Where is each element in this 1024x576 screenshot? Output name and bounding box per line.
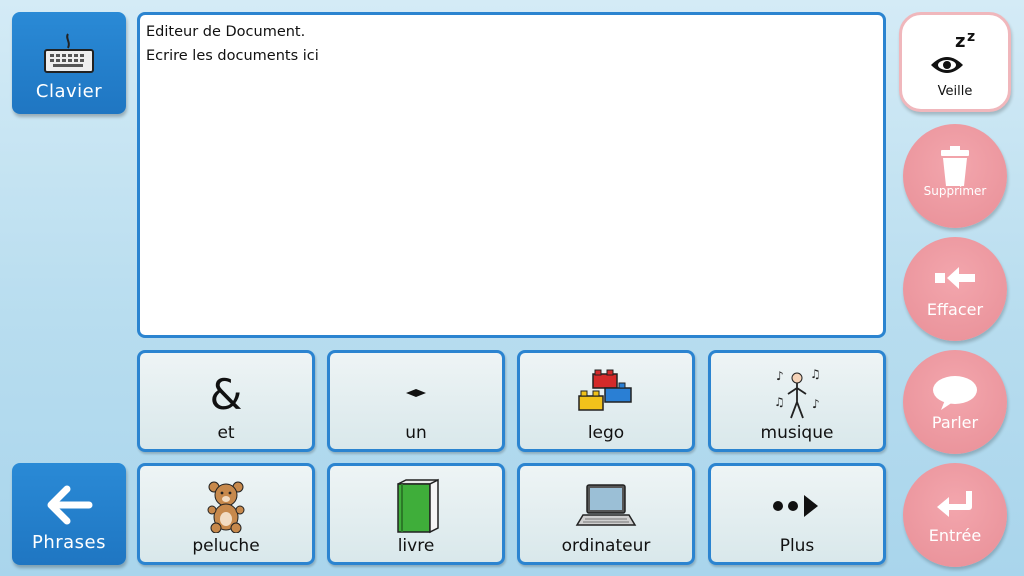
editor-line: Editeur de Document. [146, 24, 306, 40]
word-tile-un[interactable]: un [327, 350, 505, 452]
tile-label: peluche [192, 536, 260, 556]
keyboard-icon [12, 32, 126, 76]
word-tile-et[interactable]: & et [137, 350, 315, 452]
word-tile-ordinateur[interactable]: ordinateur [517, 463, 695, 565]
backspace-arrow-icon [903, 267, 1007, 289]
svg-text:z: z [955, 31, 965, 52]
speak-label: Parler [931, 413, 979, 432]
tile-label: livre [397, 536, 435, 556]
arrow-left-icon [12, 485, 126, 525]
tile-label: lego [587, 423, 625, 443]
music-icon: ♪ ♫ ♫ ♪ [711, 363, 883, 423]
tile-label: Plus [779, 536, 815, 556]
word-tile-livre[interactable]: livre [327, 463, 505, 565]
ampersand-icon: & [140, 363, 312, 423]
speech-bubble-icon [903, 374, 1007, 412]
enter-arrow-icon [903, 489, 1007, 519]
svg-text:z: z [967, 29, 975, 45]
erase-label: Effacer [926, 300, 984, 319]
tile-label: ordinateur [561, 536, 651, 556]
speak-button[interactable]: Parler [903, 350, 1007, 454]
phrases-label: Phrases [31, 532, 107, 553]
enter-button[interactable]: Entrée [903, 463, 1007, 567]
more-arrow-icon [711, 476, 883, 536]
delete-label: Supprimer [923, 184, 987, 198]
editor-line: Ecrire les documents ici [146, 48, 319, 64]
sleep-label: Veille [937, 84, 973, 99]
svg-text:♫: ♫ [810, 367, 821, 381]
svg-text:♫: ♫ [774, 395, 785, 409]
word-tile-musique[interactable]: ♪ ♫ ♫ ♪ musique [708, 350, 886, 452]
laptop-icon [520, 476, 692, 536]
tile-label: un [405, 423, 427, 443]
keyboard-button[interactable]: Clavier [12, 12, 126, 114]
enter-label: Entrée [928, 526, 982, 545]
sleep-eye-icon: z z [902, 25, 1008, 81]
diamond-icon [330, 363, 502, 423]
more-button[interactable]: Plus [708, 463, 886, 565]
tile-label: et [217, 423, 235, 443]
document-editor[interactable]: Editeur de Document. Ecrire les document… [137, 12, 886, 338]
word-tile-lego[interactable]: lego [517, 350, 695, 452]
svg-text:♪: ♪ [776, 369, 784, 383]
trash-icon [903, 144, 1007, 188]
svg-text:♪: ♪ [812, 397, 820, 411]
phrases-button[interactable]: Phrases [12, 463, 126, 565]
delete-button[interactable]: Supprimer [903, 124, 1007, 228]
tile-label: musique [760, 423, 834, 443]
sleep-button[interactable]: z z Veille [899, 12, 1011, 112]
book-icon [330, 476, 502, 536]
word-tile-peluche[interactable]: peluche [137, 463, 315, 565]
teddy-bear-icon [140, 476, 312, 536]
lego-icon [520, 363, 692, 423]
erase-button[interactable]: Effacer [903, 237, 1007, 341]
svg-text:&: & [210, 371, 243, 415]
keyboard-label: Clavier [35, 81, 103, 102]
